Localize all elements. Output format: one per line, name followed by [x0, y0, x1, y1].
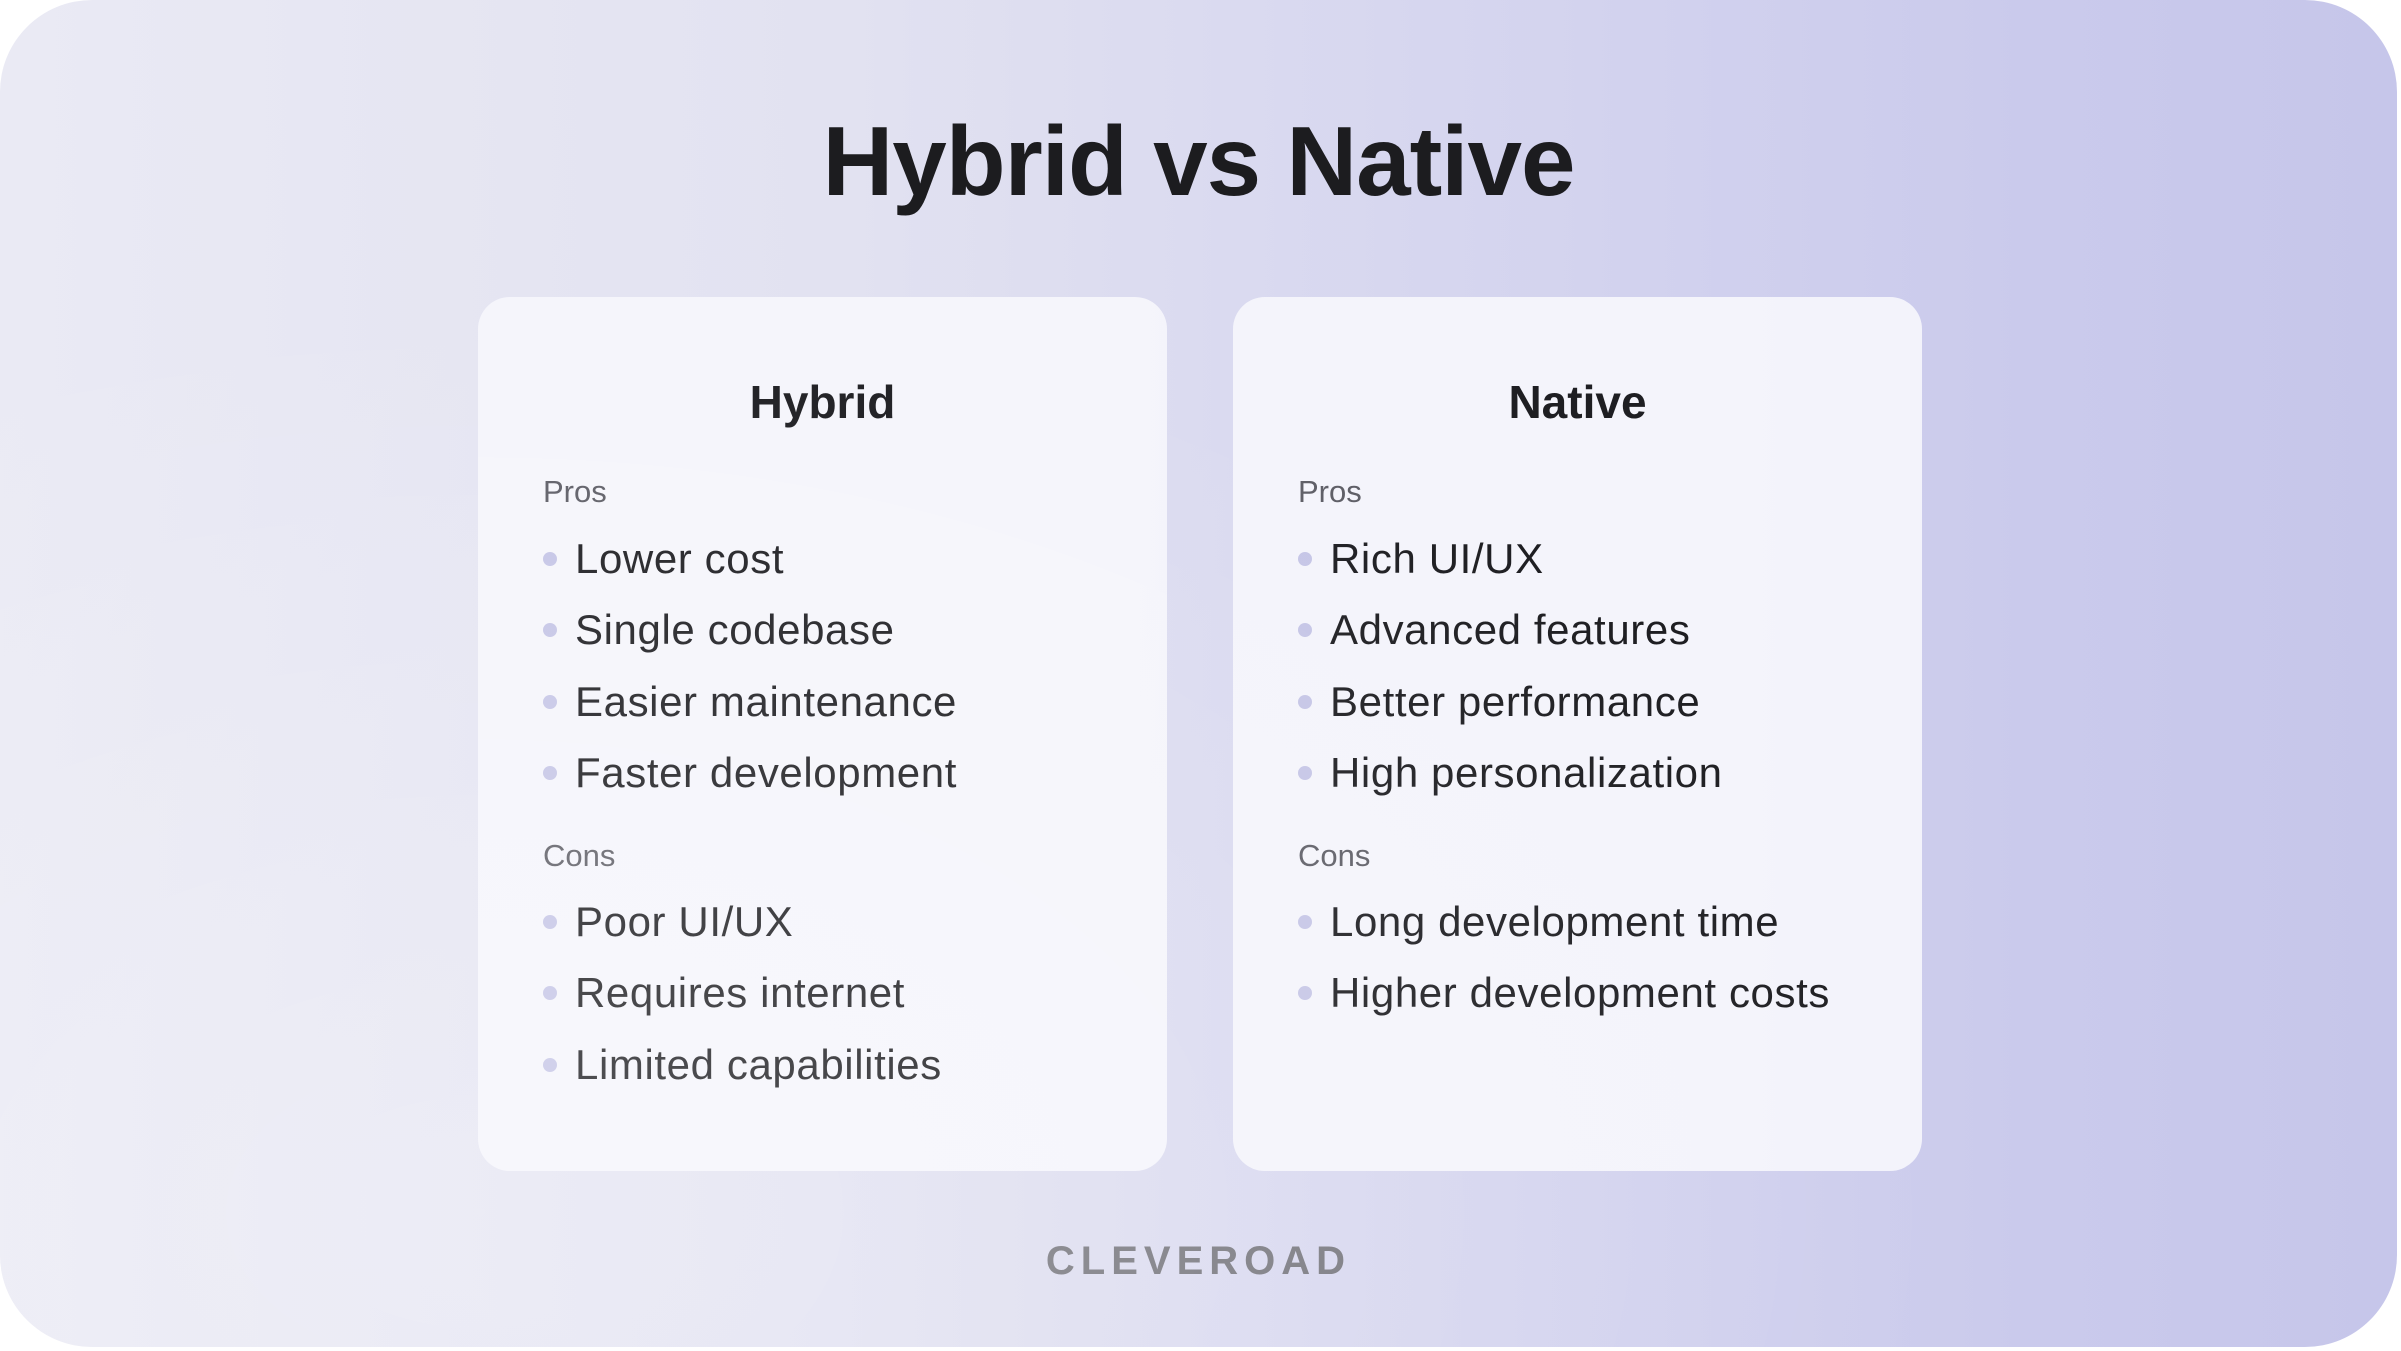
item-text: Requires internet: [575, 969, 906, 1017]
bullet-icon: [543, 766, 557, 781]
list-item: Rich UI/UX: [1298, 523, 1723, 595]
cons-list: Poor UI/UX Requires internet Limited cap…: [543, 886, 942, 1101]
card-title: Hybrid: [749, 376, 896, 428]
list-item: Faster development: [543, 738, 957, 810]
item-text: Better performance: [1330, 677, 1701, 725]
list-item: Limited capabilities: [543, 1029, 942, 1101]
bullet-icon: [1298, 986, 1312, 1001]
list-item: Single codebase: [543, 595, 957, 667]
bullet-icon: [1298, 914, 1312, 929]
item-text: Long development time: [1330, 897, 1780, 945]
item-text: Faster development: [575, 749, 957, 797]
bullet-icon: [543, 551, 557, 566]
native-card: Native Pros Rich UI/UX Advanced features…: [1233, 297, 1922, 1171]
pros-label: Pros: [543, 474, 607, 509]
pros-list: Lower cost Single codebase Easier mainte…: [543, 523, 957, 809]
item-text: Lower cost: [575, 534, 785, 582]
hybrid-card: Hybrid Pros Lower cost Single codebase E…: [478, 297, 1167, 1171]
bullet-icon: [1298, 623, 1312, 638]
bullet-icon: [543, 986, 557, 1001]
list-item: Easier maintenance: [543, 666, 957, 738]
cons-label: Cons: [543, 838, 616, 873]
item-text: High personalization: [1330, 749, 1723, 797]
item-text: Rich UI/UX: [1330, 534, 1544, 582]
bullet-icon: [543, 623, 557, 638]
cons-label: Cons: [1298, 838, 1371, 873]
list-item: Poor UI/UX: [543, 886, 942, 958]
item-text: Single codebase: [575, 606, 895, 654]
bullet-icon: [543, 1057, 557, 1072]
item-text: Higher development costs: [1330, 969, 1830, 1017]
list-item: Advanced features: [1298, 595, 1723, 667]
item-text: Advanced features: [1330, 606, 1691, 654]
pros-label: Pros: [1298, 474, 1362, 509]
list-item: High personalization: [1298, 738, 1723, 810]
list-item: Better performance: [1298, 666, 1723, 738]
bullet-icon: [543, 694, 557, 709]
pros-list: Rich UI/UX Advanced features Better perf…: [1298, 523, 1723, 809]
item-text: Poor UI/UX: [575, 897, 794, 945]
list-item: Requires internet: [543, 958, 942, 1030]
bullet-icon: [1298, 694, 1312, 709]
card-title: Native: [1508, 376, 1647, 428]
list-item: Long development time: [1298, 886, 1830, 958]
bullet-icon: [543, 914, 557, 929]
cons-list: Long development time Higher development…: [1298, 886, 1830, 1029]
list-item: Higher development costs: [1298, 958, 1830, 1030]
cleveroad-logo: CLEVEROAD: [1045, 1239, 1352, 1283]
item-text: Limited capabilities: [575, 1040, 942, 1088]
bullet-icon: [1298, 551, 1312, 566]
list-item: Lower cost: [543, 523, 957, 595]
bullet-icon: [1298, 766, 1312, 781]
item-text: Easier maintenance: [575, 677, 958, 725]
page-title: Hybrid vs Native: [822, 106, 1576, 216]
infographic-background: Hybrid vs Native Hybrid Pros Lower cost …: [0, 0, 2397, 1347]
